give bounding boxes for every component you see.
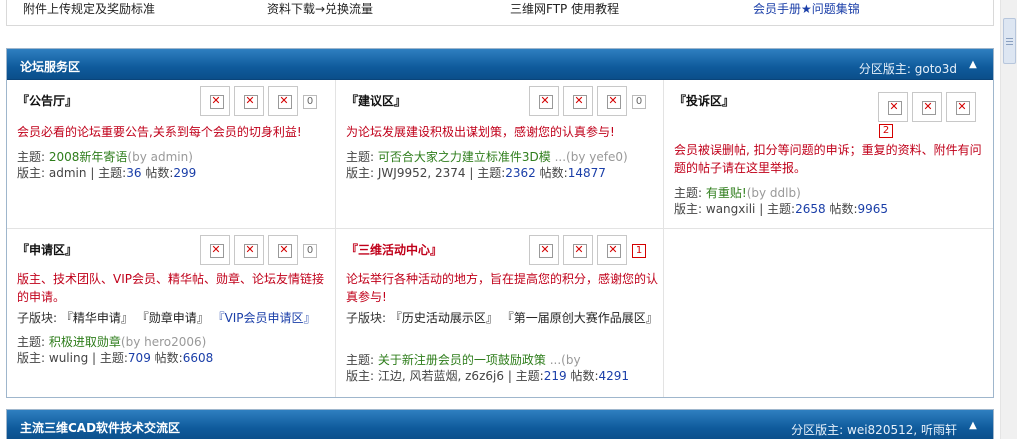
forum-stats: 版主: JWJ9952, 2374 | 主题:2362 帖数:14877 (346, 166, 606, 180)
last-topic-link[interactable]: 积极进取勋章 (49, 335, 121, 349)
sub-forums: 子版块: 『历史活动展示区』 『第一届原创大赛作品展区』 (346, 311, 658, 325)
sub-forums: 子版块: 『精华申请』 『勋章申请』 『VIP会员申请区』 (17, 311, 316, 325)
vertical-scrollbar[interactable] (1000, 0, 1017, 439)
forum-cell-applications: 『申请区』 ✕ ✕ ✕ 0 版主、技术团队、VIP会员、精华帖、勋章、论坛友情链… (7, 229, 336, 397)
collapse-icon[interactable]: ▲ (967, 420, 979, 432)
broken-image-icon[interactable]: ✕ (878, 92, 908, 122)
broken-image-icon[interactable]: ✕ (563, 86, 593, 116)
broken-image-icon[interactable]: ✕ (563, 235, 593, 265)
last-topic: 主题: 可否合大家之力建立标准件3D模 ...(by yefe0) (346, 150, 628, 164)
last-topic: 主题: 有重贴!(by ddlb) (674, 186, 801, 200)
link-ftp-tutorial[interactable]: 三维网FTP 使用教程 (510, 0, 619, 17)
last-topic-link[interactable]: 关于新注册会员的一项鼓励政策 (378, 353, 546, 367)
broken-image-icon[interactable]: ✕ (234, 86, 264, 116)
today-post-count: 1 (632, 244, 646, 258)
forum-stats: 版主: 江边, 风若蓝烟, z6z6j6 | 主题:219 帖数:4291 (346, 369, 630, 383)
sub-forum-link[interactable]: 『历史活动展示区』 (390, 311, 498, 325)
today-post-count: 0 (303, 95, 317, 109)
section-title[interactable]: 论坛服务区 (20, 58, 80, 75)
forum-description: 为论坛发展建设积极出谋划策，感谢您的认真参与! (346, 125, 615, 139)
sub-forum-link[interactable]: 『第一届原创大赛作品展区』 (502, 311, 658, 325)
forum-moderators[interactable]: wangxili (706, 202, 756, 216)
forum-moderators[interactable]: admin (49, 166, 87, 180)
moderator-name[interactable]: goto3d (915, 62, 957, 76)
sub-forum-link[interactable]: 『VIP会员申请区』 (213, 311, 316, 325)
collapse-icon[interactable]: ▲ (967, 59, 979, 71)
forum-description: 会员必看的论坛重要公告,关系到每个会员的切身利益! (17, 125, 302, 139)
link-attachment-rules[interactable]: 附件上传规定及奖励标准 (23, 0, 155, 17)
broken-image-icon[interactable]: ✕ (200, 235, 230, 265)
today-post-count: 0 (632, 95, 646, 109)
forum-description: 版主、技术团队、VIP会员、精华帖、勋章、论坛友情链接的申请。 (17, 272, 324, 304)
forum-moderators[interactable]: wuling (49, 351, 88, 365)
scrollbar-thumb[interactable] (1003, 18, 1016, 64)
forum-cell-announcements: 『公告厅』 ✕ ✕ ✕ 0 会员必看的论坛重要公告,关系到每个会员的切身利益! … (7, 80, 336, 229)
last-topic: 主题: 关于新注册会员的一项鼓励政策 ...(by (346, 353, 581, 367)
forum-moderators[interactable]: JWJ9952, 2374 (378, 166, 466, 180)
link-download-exchange[interactable]: 资料下载→兑换流量 (267, 0, 373, 17)
moderator-name[interactable]: wei820512, 听雨轩 (847, 423, 957, 437)
broken-image-icon[interactable]: ✕ (268, 235, 298, 265)
last-topic-link[interactable]: 可否合大家之力建立标准件3D模 (378, 150, 551, 164)
forum-cell-activity-center: 『三维活动中心』 ✕ ✕ ✕ 1 论坛举行各种活动的地方，旨在提高您的积分，感谢… (336, 229, 664, 397)
forum-stats: 版主: admin | 主题:36 帖数:299 (17, 166, 197, 180)
sub-forum-link[interactable]: 『精华申请』 (61, 311, 133, 325)
forum-name[interactable]: 『申请区』 (17, 241, 77, 258)
moderator-label: 分区版主: (791, 423, 844, 437)
forum-stats: 版主: wuling | 主题:709 帖数:6608 (17, 351, 214, 365)
section-header: 论坛服务区 分区版主: goto3d ▲ (7, 49, 993, 80)
broken-image-icon[interactable]: ✕ (234, 235, 264, 265)
forum-moderators[interactable]: 江边, 风若蓝烟, z6z6j6 (378, 369, 504, 383)
section-moderator: 分区版主: wei820512, 听雨轩 (791, 421, 957, 438)
forum-stats: 版主: wangxili | 主题:2658 帖数:9965 (674, 202, 889, 216)
forum-description: 会员被误删帖, 扣分等问题的申诉；重复的资料、附件有问题的帖子请在这里举报。 (674, 143, 982, 175)
broken-image-icon[interactable]: ✕ (912, 92, 942, 122)
broken-image-icon[interactable]: ✕ (597, 86, 627, 116)
broken-image-icon[interactable]: ✕ (946, 92, 976, 122)
forum-name[interactable]: 『投诉区』 (674, 92, 734, 109)
broken-image-icon[interactable]: ✕ (200, 86, 230, 116)
section-title[interactable]: 主流三维CAD软件技术交流区 (20, 419, 180, 436)
top-link-bar: 附件上传规定及奖励标准 资料下载→兑换流量 三维网FTP 使用教程 会员手册★问… (6, 0, 994, 26)
forum-grid: 『公告厅』 ✕ ✕ ✕ 0 会员必看的论坛重要公告,关系到每个会员的切身利益! … (7, 80, 993, 397)
forum-section-service: 论坛服务区 分区版主: goto3d ▲ 『公告厅』 ✕ ✕ ✕ 0 会员必看的… (6, 48, 994, 398)
forum-name[interactable]: 『公告厅』 (17, 92, 77, 109)
forum-cell-empty (664, 229, 993, 397)
last-topic: 主题: 2008新年寄语(by admin) (17, 150, 193, 164)
section-moderator: 分区版主: goto3d (859, 60, 957, 77)
last-topic: 主题: 积极进取勋章(by hero2006) (17, 335, 207, 349)
last-topic-link[interactable]: 有重贴! (706, 186, 747, 200)
today-post-count: 2 (879, 124, 893, 138)
forum-section-cad: 主流三维CAD软件技术交流区 分区版主: wei820512, 听雨轩 ▲ (6, 409, 994, 439)
sub-forum-link[interactable]: 『勋章申请』 (137, 311, 209, 325)
forum-name[interactable]: 『三维活动中心』 (346, 241, 442, 258)
forum-cell-complaints: 『投诉区』 ✕ ✕ ✕ 2 会员被误删帖, 扣分等问题的申诉；重复的资料、附件有… (664, 80, 993, 229)
broken-image-icon[interactable]: ✕ (597, 235, 627, 265)
today-post-count: 0 (303, 244, 317, 258)
moderator-label: 分区版主: (858, 62, 911, 76)
forum-name[interactable]: 『建议区』 (346, 92, 406, 109)
broken-image-icon[interactable]: ✕ (529, 86, 559, 116)
broken-image-icon[interactable]: ✕ (268, 86, 298, 116)
section-header: 主流三维CAD软件技术交流区 分区版主: wei820512, 听雨轩 ▲ (7, 410, 993, 439)
forum-cell-suggestions: 『建议区』 ✕ ✕ ✕ 0 为论坛发展建设积极出谋划策，感谢您的认真参与! 主题… (336, 80, 664, 229)
forum-description: 论坛举行各种活动的地方，旨在提高您的积分，感谢您的认真参与! (346, 272, 659, 304)
last-topic-link[interactable]: 2008新年寄语 (49, 150, 128, 164)
broken-image-icon[interactable]: ✕ (529, 235, 559, 265)
link-member-handbook[interactable]: 会员手册★问题集锦 (753, 0, 860, 17)
